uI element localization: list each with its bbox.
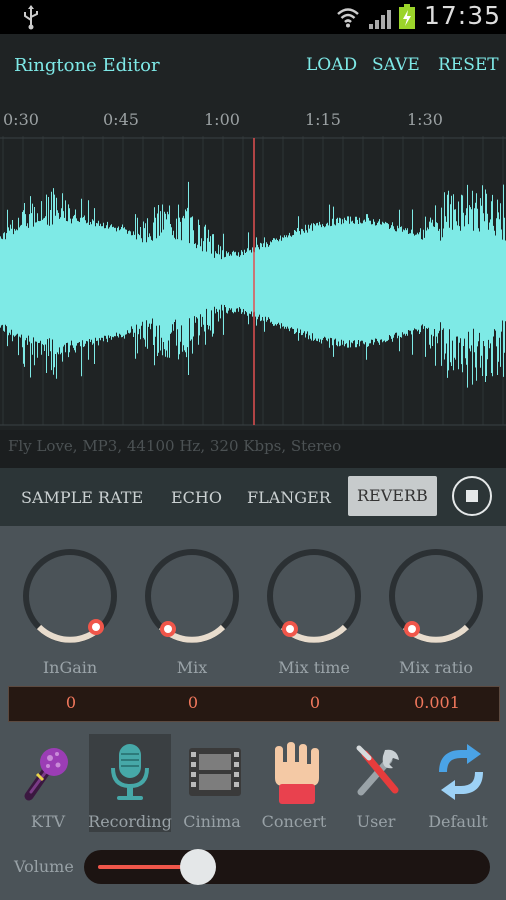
wifi-icon xyxy=(337,8,359,28)
tab-reverb[interactable]: REVERB xyxy=(348,476,437,516)
waveform-view[interactable]: 0:30 0:45 1:00 1:15 1:30 xyxy=(0,100,506,430)
file-info: Fly Love, MP3, 44100 Hz, 320 Kbps, Stere… xyxy=(8,437,342,455)
knob-mix[interactable] xyxy=(142,546,242,646)
volume-label: Volume xyxy=(14,857,74,876)
timeline-tick: 0:45 xyxy=(103,110,139,129)
value-mix: 0 xyxy=(187,693,199,712)
tab-flanger[interactable]: FLANGER xyxy=(247,488,331,507)
timeline-tick: 1:15 xyxy=(305,110,341,129)
refresh-icon xyxy=(439,744,483,800)
film-strip-icon xyxy=(189,748,241,796)
load-button[interactable]: LOAD xyxy=(306,55,357,75)
tab-echo[interactable]: ECHO xyxy=(171,488,222,507)
value-mix-ratio: 0.001 xyxy=(414,693,460,712)
save-button[interactable]: SAVE xyxy=(372,55,420,75)
timeline-tick: 0:30 xyxy=(3,110,39,129)
knob-label-mix-ratio: Mix ratio xyxy=(399,658,473,677)
stop-button[interactable] xyxy=(452,476,492,516)
knob-label-mix-time: Mix time xyxy=(278,658,350,677)
knob-label-mix: Mix xyxy=(176,658,208,677)
knob-label-ingain: InGain xyxy=(42,658,98,677)
knob-mix-ratio[interactable] xyxy=(386,546,486,646)
preset-label-default: Default xyxy=(428,812,488,831)
stop-icon xyxy=(466,490,478,502)
knob-mix-time[interactable] xyxy=(264,546,364,646)
timeline-tick: 1:30 xyxy=(407,110,443,129)
volume-thumb[interactable] xyxy=(180,849,216,885)
microphone-purple-icon xyxy=(24,748,68,801)
tab-sample-rate[interactable]: SAMPLE RATE xyxy=(21,488,143,507)
knob-ingain[interactable] xyxy=(20,546,120,646)
battery-charging-icon xyxy=(399,4,415,29)
studio-microphone-icon xyxy=(111,744,149,800)
signal-strength-icon xyxy=(369,10,391,29)
concert-hands-icon xyxy=(275,742,319,804)
value-ingain: 0 xyxy=(65,693,77,712)
knob-values-display: 0 0 0 0.001 xyxy=(8,686,500,722)
app-title: Ringtone Editor xyxy=(14,55,160,76)
volume-slider[interactable] xyxy=(84,849,490,885)
usb-icon xyxy=(24,5,38,30)
status-time: 17:35 xyxy=(424,1,502,30)
reset-button[interactable]: RESET xyxy=(438,55,499,75)
value-mix-time: 0 xyxy=(309,693,321,712)
app-header: Ringtone Editor LOAD SAVE RESET xyxy=(0,34,506,100)
effects-bar: SAMPLE RATE ECHO FLANGER REVERB xyxy=(0,468,506,526)
tools-icon xyxy=(356,745,399,796)
timeline-tick: 1:00 xyxy=(204,110,240,129)
waveform-canvas[interactable] xyxy=(0,100,506,430)
status-bar: 17:35 xyxy=(0,0,506,34)
